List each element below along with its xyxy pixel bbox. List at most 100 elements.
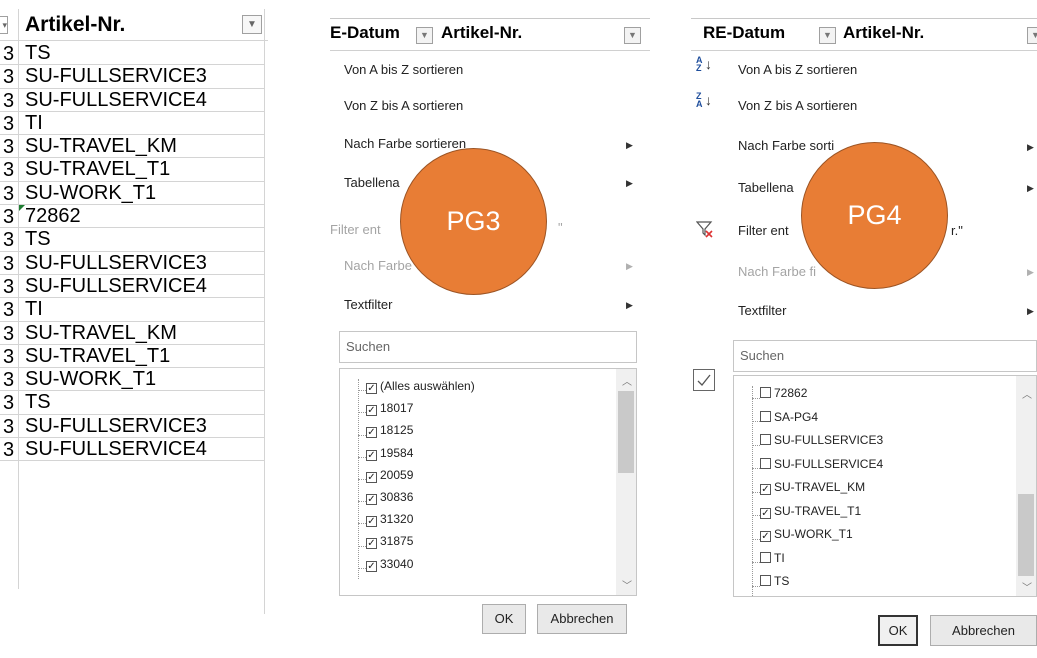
menu-text-filter[interactable]: Textfilter [344,297,392,312]
cell-row[interactable]: 3 TI [0,112,264,136]
menu-table-view[interactable]: Tabellena [344,175,400,190]
ok-button[interactable]: OK [482,604,526,634]
cancel-button[interactable]: Abbrechen [537,604,627,634]
cell-row[interactable]: 3 SU-TRAVEL_T1 [0,345,264,369]
cell-row[interactable]: 3 SU-TRAVEL_T1 [0,158,264,182]
menu-table-view[interactable]: Tabellena [738,180,794,195]
scroll-down-icon[interactable]: ﹀ [1022,579,1032,594]
checkbox-unchecked[interactable] [760,434,771,445]
filter-dropdown-button[interactable]: ▼ [819,27,836,44]
filter-list-item[interactable]: ✓ 19584 [366,446,413,461]
cell-row[interactable]: 3 SU-FULLSERVICE4 [0,275,264,299]
cell-row[interactable]: 3 SU-FULLSERVICE3 [0,65,264,89]
menu-sort-az[interactable]: Von A bis Z sortieren [738,62,857,77]
filter-list-item[interactable]: ✓ SU-TRAVEL_KM [760,480,865,495]
filter-list-item[interactable]: SU-FULLSERVICE4 [760,457,883,471]
checkbox-checked[interactable]: ✓ [366,538,377,550]
checkbox-checked[interactable]: ✓ [366,405,377,417]
filter-list-item-label: 30836 [380,490,414,504]
filter-list-item[interactable]: TS [760,574,789,588]
menu-text-filter[interactable]: Textfilter [738,303,786,318]
filter-list-item[interactable]: ✓ 18017 [366,401,413,417]
cell-row[interactable]: 3 SU-FULLSERVICE3 [0,252,264,275]
cell-row[interactable]: 3 TI [0,298,264,322]
filter-list-item-label: SU-FULLSERVICE4 [774,456,884,471]
filter-list-item[interactable]: ✓ 18125 [366,423,413,439]
cell-row[interactable]: 3 SU-WORK_T1 [0,182,264,206]
filter-list-item[interactable]: ✓ 20059 [366,468,413,483]
value-list[interactable]: ✓ (Alles auswählen) ✓ 18017 ✓ 18125 ✓ 19584 ✓ 200… [339,368,637,596]
filter-list-item-label: SU-FULLSERVICE3 [774,433,884,447]
cell-row[interactable]: 3 SU-FULLSERVICE4 [0,89,264,112]
checkbox-checked[interactable]: ✓ [366,471,377,483]
checkbox-checked[interactable]: ✓ [366,449,377,461]
filter-list-item[interactable]: SU-FULLSERVICE3 [760,433,883,447]
cell-value: SU-TRAVEL_KM [25,321,177,344]
filter-dropdown-button[interactable]: ▼ [242,15,262,34]
menu-sort-az[interactable]: Von A bis Z sortieren [344,62,463,77]
filter-list-item[interactable]: ✓ 31320 [366,512,414,528]
search-input[interactable]: Suchen [339,331,637,363]
filter-list-item-label: 31320 [380,512,414,527]
filter-list-item[interactable]: SA-PG4 [760,410,818,424]
scroll-up-icon[interactable]: ︿ [622,373,632,388]
checkbox-checked[interactable]: ✓ [760,507,771,519]
cell-row[interactable]: 3 72862 [0,205,264,229]
cell-row[interactable]: 3 SU-FULLSERVICE3 [0,415,264,439]
checkbox-checked[interactable]: ✓ [366,560,377,572]
menu-sort-za[interactable]: Von Z bis A sortieren [344,98,463,113]
filter-list-item[interactable]: ✓ 31875 [366,534,413,550]
checkbox-checked[interactable]: ✓ [366,383,377,394]
scrollbar-thumb[interactable] [618,391,634,473]
cell-prefix: 3 [3,182,15,205]
scroll-up-icon[interactable]: ︿ [1022,386,1032,401]
cell-row[interactable]: 3 TS [0,228,264,252]
filter-list-item[interactable]: ✓ 33040 [366,557,413,572]
cell-value: SU-TRAVEL_T1 [25,158,171,181]
checkbox-unchecked[interactable] [760,575,771,586]
cell-row[interactable]: 3 SU-WORK_T1 [0,368,264,392]
filter-list-item[interactable]: ✓ (Alles auswählen) [366,379,475,394]
chevron-down-icon[interactable]: ▾ [0,16,8,34]
cell-prefix: 3 [3,322,15,345]
checkbox-unchecked[interactable] [760,551,771,563]
checkbox-unchecked[interactable] [760,457,771,469]
cell-prefix: 3 [3,136,15,159]
menu-sort-by-color[interactable]: Nach Farbe sortieren [344,136,466,151]
cancel-button[interactable]: Abbrechen [930,615,1037,646]
checkbox-checked[interactable]: ✓ [366,516,377,528]
menu-clear-filter-tail: " [558,220,563,235]
checkbox-unchecked[interactable] [760,387,771,398]
filter-list-item[interactable]: ✓ SU-WORK_T1 [760,527,853,542]
filter-list-item[interactable]: TI [760,551,785,565]
filter-list-item[interactable]: 72862 [760,386,807,400]
checkbox-checked[interactable]: ✓ [366,427,377,439]
filter-list-item[interactable]: ✓ 30836 [366,490,413,505]
ok-button[interactable]: OK [878,615,918,646]
scrollbar-thumb[interactable] [1018,494,1034,576]
checkbox-checked[interactable]: ✓ [760,484,771,495]
search-input[interactable]: Suchen [733,340,1037,372]
column-header-artikel: Artikel-Nr. [441,23,523,42]
menu-clear-filter[interactable]: Filter ent [738,223,789,238]
checkmark-icon[interactable] [693,369,715,391]
scroll-down-icon[interactable]: ﹀ [622,577,632,592]
menu-sort-by-color[interactable]: Nach Farbe sorti [738,138,834,153]
submenu-arrow-icon: ▶ [626,261,633,271]
checkbox-checked[interactable]: ✓ [760,531,771,542]
checkbox-checked[interactable]: ✓ [366,494,377,505]
filter-dropdown-button[interactable]: ▼ [624,27,641,44]
filter-list-item-label: 33040 [380,556,414,571]
cell-row[interactable]: 3 TS [0,391,264,415]
cell-row[interactable]: 3 SU-TRAVEL_KM [0,322,264,345]
cell-row[interactable]: 3 SU-TRAVEL_KM [0,135,264,159]
value-list[interactable]: 72862 SA-PG4 SU-FULLSERVICE3 SU-FULLSERVICE… [733,375,1037,597]
filter-dropdown-button[interactable]: ▼ [416,27,433,44]
filter-list-item[interactable]: ✓ SU-TRAVEL_T1 [760,504,861,519]
checkbox-unchecked[interactable] [760,410,771,422]
cell-row[interactable]: 3 TS [0,42,264,66]
filter-dropdown-button[interactable]: ▼ [1027,27,1037,44]
menu-sort-za[interactable]: Von Z bis A sortieren [738,98,857,113]
cell-row[interactable]: 3 SU-FULLSERVICE4 [0,438,264,462]
submenu-arrow-icon: ▶ [626,140,633,150]
